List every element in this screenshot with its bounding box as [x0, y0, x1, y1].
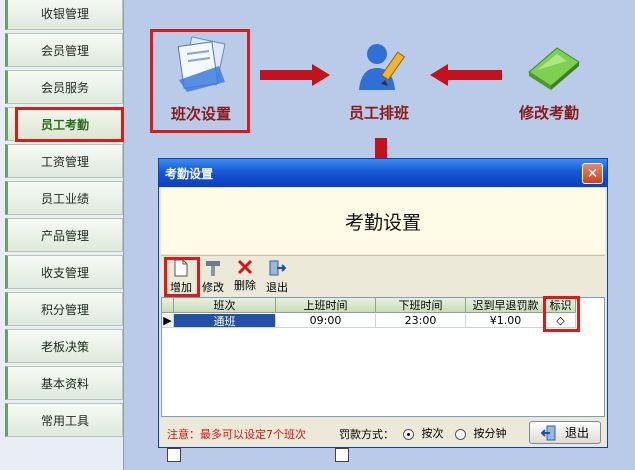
- max-shifts-note: 注意：最多可以设定7个班次: [167, 428, 306, 441]
- staff-schedule-label: 员工排班: [349, 104, 410, 122]
- shift-grid[interactable]: 班次 上班时间 下班时间 迟到早退罚款 标识 ▶ 通班 09:00 23:00 …: [161, 297, 605, 417]
- cell-start-time[interactable]: 09:00: [276, 314, 376, 328]
- column-header[interactable]: 班次: [174, 298, 276, 313]
- dialog-heading: 考勤设置: [344, 211, 421, 234]
- sidebar-item-basic-data[interactable]: 基本资料: [5, 366, 123, 400]
- sidebar-item-label: 工资管理: [40, 154, 89, 169]
- edit-button[interactable]: 修改: [197, 259, 229, 294]
- column-header-label: 下班时间: [398, 299, 443, 312]
- attendance-settings-dialog: 考勤设置 ✕ 考勤设置 增加 修改 删除 退出 班次 上班时间 下班时间 迟到早…: [158, 158, 608, 448]
- cell-fine[interactable]: ¥1.00: [466, 314, 546, 328]
- sidebar-item-member-service[interactable]: 会员服务: [5, 70, 123, 104]
- staff-schedule-node[interactable]: 员工排班: [335, 36, 435, 128]
- sidebar-item-products[interactable]: 产品管理: [5, 218, 123, 252]
- documents-icon: [177, 36, 226, 92]
- sidebar: 收银管理 会员管理 会员服务 员工考勤 工资管理 员工业绩 产品管理 收支管理 …: [0, 0, 124, 470]
- column-header[interactable]: 下班时间: [376, 298, 466, 313]
- column-header[interactable]: 迟到早退罚款: [466, 298, 546, 313]
- column-header-label: 班次: [213, 299, 236, 312]
- dialog-header: 考勤设置: [161, 188, 605, 254]
- sidebar-item-label: 员工业绩: [40, 191, 89, 206]
- cell-end-time[interactable]: 23:00: [376, 314, 466, 328]
- column-header-label: 上班时间: [303, 299, 348, 312]
- exit-toolbar-button[interactable]: 退出: [261, 259, 293, 294]
- sidebar-item-label: 产品管理: [40, 228, 89, 243]
- close-icon: ✕: [586, 165, 599, 182]
- add-button[interactable]: 增加: [165, 259, 197, 294]
- sidebar-item-member-management[interactable]: 会员管理: [5, 33, 123, 67]
- mark-diamond-icon: ◇: [556, 314, 565, 327]
- cell-shift[interactable]: 通班: [174, 314, 276, 328]
- cell-text: 09:00: [309, 314, 342, 327]
- dialog-title: 考勤设置: [165, 166, 214, 181]
- radio-per-shift-label: 按次: [421, 427, 444, 440]
- dialog-footer: 注意：最多可以设定7个班次 罚款方式： 按次 按分钟 退出: [161, 419, 605, 447]
- exit-button[interactable]: 退出: [529, 421, 601, 444]
- sidebar-item-label: 积分管理: [40, 302, 89, 317]
- exit-door-icon: [540, 425, 556, 440]
- column-header[interactable]: 标识: [546, 298, 576, 313]
- dialog-titlebar[interactable]: 考勤设置 ✕: [159, 159, 607, 187]
- green-gem-icon: [528, 47, 580, 90]
- sidebar-item-cashier[interactable]: 收银管理: [5, 0, 123, 30]
- sidebar-item-label: 收银管理: [40, 6, 89, 21]
- column-header-label: 标识: [549, 299, 572, 312]
- radio-icon: [455, 428, 466, 440]
- hidden-checkbox[interactable]: [167, 448, 181, 462]
- sidebar-item-label: 会员管理: [40, 43, 89, 58]
- delete-button[interactable]: 删除: [229, 259, 261, 293]
- radio-icon: [403, 428, 414, 440]
- exit-toolbar-label: 退出: [266, 281, 288, 294]
- delete-button-label: 删除: [234, 279, 256, 292]
- shift-setup-node[interactable]: 班次设置: [151, 30, 249, 132]
- dialog-toolbar: 增加 修改 删除 退出: [161, 255, 605, 295]
- sidebar-item-common-tools[interactable]: 常用工具: [5, 403, 123, 437]
- penalty-method-label: 罚款方式：: [339, 428, 394, 441]
- sidebar-item-boss-decisions[interactable]: 老板决策: [5, 329, 123, 363]
- sidebar-item-label: 常用工具: [40, 413, 89, 428]
- sidebar-item-staff-attendance[interactable]: 员工考勤: [5, 107, 123, 141]
- shift-setup-label: 班次设置: [171, 105, 232, 123]
- edit-attendance-label: 修改考勤: [519, 104, 580, 122]
- radio-per-minute[interactable]: 按分钟: [455, 425, 507, 441]
- radio-per-shift[interactable]: 按次: [403, 425, 444, 441]
- sidebar-item-income-expense[interactable]: 收支管理: [5, 255, 123, 289]
- column-header[interactable]: 上班时间: [276, 298, 376, 313]
- exit-button-label: 退出: [564, 426, 589, 440]
- column-header-label: 迟到早退罚款: [472, 299, 539, 312]
- row-header-corner: [162, 298, 174, 313]
- cell-text: 23:00: [404, 314, 437, 327]
- cell-text: ¥1.00: [489, 314, 522, 327]
- cell-mark[interactable]: ◇: [546, 314, 576, 328]
- edit-attendance-node[interactable]: 修改考勤: [513, 36, 613, 128]
- add-button-label: 增加: [170, 281, 192, 294]
- row-pointer-icon: ▶: [162, 314, 174, 328]
- arrow-left-icon: [430, 64, 502, 86]
- sidebar-item-points[interactable]: 积分管理: [5, 292, 123, 326]
- sidebar-item-staff-performance[interactable]: 员工业绩: [5, 181, 123, 215]
- radio-per-minute-label: 按分钟: [473, 427, 507, 440]
- close-button[interactable]: ✕: [582, 163, 603, 184]
- hidden-checkbox[interactable]: [335, 448, 349, 462]
- sidebar-item-label: 会员服务: [40, 80, 89, 95]
- cell-text: 通班: [213, 314, 236, 328]
- edit-button-label: 修改: [202, 281, 224, 294]
- exit-door-icon: [269, 260, 286, 276]
- sidebar-item-label: 员工考勤: [40, 117, 89, 132]
- sidebar-item-label: 老板决策: [40, 339, 89, 354]
- sidebar-item-label: 基本资料: [40, 376, 89, 391]
- tools-icon: [206, 261, 220, 276]
- sidebar-item-salary[interactable]: 工资管理: [5, 144, 123, 178]
- sidebar-item-label: 收支管理: [40, 265, 89, 280]
- user-edit-icon: [359, 44, 406, 90]
- delete-x-icon: [237, 259, 253, 275]
- new-document-icon: [174, 259, 188, 277]
- arrow-right-icon: [260, 64, 330, 86]
